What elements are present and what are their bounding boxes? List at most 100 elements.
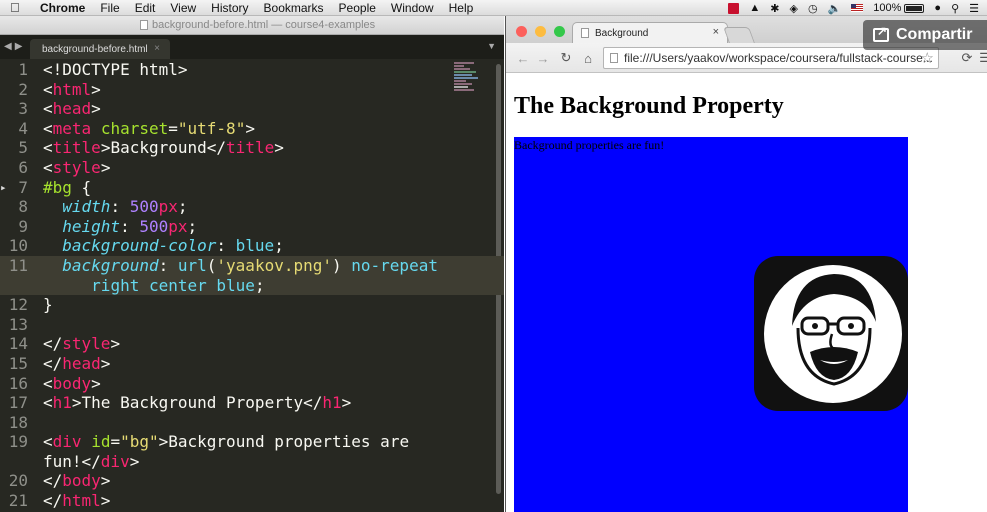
- new-tab-button[interactable]: [723, 27, 755, 43]
- code-token: blue: [235, 236, 275, 256]
- tab-nav-arrows-icon[interactable]: ◀▶: [4, 41, 25, 52]
- apple-menu-icon[interactable]: : [10, 0, 26, 15]
- code-text: <html>: [43, 80, 101, 100]
- back-arrow-icon[interactable]: ←: [514, 49, 532, 67]
- code-token: fun!</: [43, 451, 101, 471]
- editor-tab-bar: ◀▶ background-before.html × ▼: [0, 35, 504, 59]
- code-line[interactable]: 3 <head>: [0, 99, 504, 119]
- code-line[interactable]: 17 <h1>The Background Property</h1>: [0, 393, 504, 413]
- code-line[interactable]: right center blue;: [0, 275, 504, 296]
- tab-dropdown-icon[interactable]: ▼: [487, 41, 496, 51]
- reload-icon[interactable]: ↻: [557, 49, 575, 67]
- code-token: "utf-8": [177, 118, 246, 138]
- code-token: right center blue: [91, 275, 255, 295]
- code-token: 'yaakov.png': [216, 255, 332, 275]
- extension-icon[interactable]: ⟳: [958, 49, 976, 67]
- wifi-icon[interactable]: ◈: [789, 2, 797, 15]
- battery-icon: [904, 3, 925, 13]
- status-area: ▲ ✱ ◈ ◷ 🔈 100% ● ⚲ ☰: [728, 0, 979, 16]
- bluetooth-icon[interactable]: ✱: [770, 2, 779, 15]
- code-line[interactable]: 10 background-color: blue;: [0, 236, 504, 256]
- browser-tab-title: Background: [595, 27, 649, 39]
- code-line[interactable]: 1 <!DOCTYPE html>: [0, 60, 504, 80]
- notification-icon[interactable]: ▲: [749, 2, 760, 14]
- code-line[interactable]: 16 <body>: [0, 374, 504, 394]
- code-line[interactable]: 5 <title>Background</title>: [0, 138, 504, 158]
- close-icon[interactable]: ×: [154, 43, 160, 54]
- line-number: 6: [18, 157, 28, 177]
- code-line[interactable]: 2 <html>: [0, 80, 504, 100]
- menu-help[interactable]: Help: [449, 1, 474, 15]
- code-line[interactable]: 14 </style>: [0, 334, 504, 354]
- code-line[interactable]: 9 height: 500px;: [0, 217, 504, 237]
- menu-file[interactable]: File: [100, 1, 119, 15]
- code-token: title: [52, 138, 101, 158]
- code-token: </: [43, 334, 63, 354]
- code-line[interactable]: 21 </html>: [0, 491, 504, 511]
- minimize-window-button[interactable]: [535, 26, 546, 37]
- code-line[interactable]: fun!</div>: [0, 452, 504, 472]
- code-line[interactable]: 13: [0, 315, 504, 335]
- code-line[interactable]: 15 </head>: [0, 354, 504, 374]
- menu-people[interactable]: People: [339, 1, 376, 15]
- time-machine-icon[interactable]: ◷: [808, 2, 818, 15]
- code-area[interactable]: 1 <!DOCTYPE html> 2 <html> 3 <head> 4 <meta cha…: [0, 60, 504, 512]
- forward-arrow-icon[interactable]: →: [534, 49, 552, 67]
- line-number: 2: [18, 79, 28, 99]
- tab-close-icon[interactable]: ×: [713, 26, 719, 38]
- line-number: 4: [18, 118, 28, 138]
- editor-tab-file[interactable]: background-before.html ×: [30, 39, 170, 59]
- input-source-flag-icon[interactable]: [851, 4, 864, 12]
- browser-tab-background[interactable]: Background ×: [572, 22, 728, 43]
- code-line[interactable]: 6 <style>: [0, 158, 504, 178]
- code-text: fun!</div>: [43, 452, 139, 472]
- code-line[interactable]: 19 <div id="bg">Background properties are: [0, 432, 504, 452]
- code-line[interactable]: 18: [0, 413, 504, 433]
- home-icon[interactable]: ⌂: [579, 49, 597, 67]
- browser-window: Background × Compartir ← → ↻ ⌂ file:///U…: [505, 16, 987, 512]
- recording-icon[interactable]: [728, 2, 740, 14]
- zoom-window-button[interactable]: [554, 26, 565, 37]
- share-label: Compartir: [896, 26, 973, 43]
- code-line[interactable]: ▸ 7 #bg {: [0, 178, 504, 198]
- close-window-button[interactable]: [516, 26, 527, 37]
- editor-window-title: background-before.html — course4-example…: [152, 19, 376, 31]
- menu-view[interactable]: View: [170, 1, 196, 15]
- page-info-icon[interactable]: [610, 53, 618, 63]
- menu-history[interactable]: History: [211, 1, 248, 15]
- menu-window[interactable]: Window: [391, 1, 434, 15]
- bg-div: Background properties are fun!: [514, 137, 908, 512]
- bookmark-star-icon[interactable]: ☆: [921, 49, 934, 67]
- address-bar[interactable]: file:///Users/yaakov/workspace/coursera/…: [603, 47, 939, 69]
- code-line[interactable]: 4 <meta charset="utf-8">: [0, 119, 504, 139]
- code-token: <: [43, 157, 53, 177]
- menu-bookmarks[interactable]: Bookmarks: [264, 1, 324, 15]
- line-number: 13: [8, 314, 28, 334]
- page-viewport: The Background Property Background prope…: [506, 73, 987, 512]
- code-line[interactable]: 12}: [0, 295, 504, 315]
- line-number: 9: [18, 216, 28, 236]
- code-line[interactable]: 8 width: 500px;: [0, 197, 504, 217]
- address-bar-url: file:///Users/yaakov/workspace/coursera/…: [624, 51, 933, 65]
- user-icon[interactable]: ●: [934, 2, 941, 14]
- battery-indicator[interactable]: 100%: [873, 2, 925, 14]
- menu-edit[interactable]: Edit: [135, 1, 156, 15]
- code-token: charset: [100, 118, 169, 138]
- line-number: 19: [8, 432, 28, 452]
- code-token: >: [100, 491, 111, 511]
- code-token: :: [216, 236, 236, 256]
- chrome-menu-icon[interactable]: ☰: [976, 49, 987, 67]
- line-number: 8: [18, 197, 28, 217]
- share-button[interactable]: Compartir: [863, 20, 987, 50]
- notification-center-icon[interactable]: ☰: [969, 2, 979, 15]
- code-token: >: [341, 393, 352, 413]
- volume-icon[interactable]: 🔈: [828, 2, 842, 15]
- spotlight-search-icon[interactable]: ⚲: [951, 2, 959, 15]
- code-text: <body>: [43, 374, 101, 394]
- code-token: >Background properties are: [158, 432, 410, 452]
- code-line[interactable]: 11 background: url('yaakov.png') no-repe…: [0, 255, 504, 276]
- code-line[interactable]: 20 </body>: [0, 471, 504, 491]
- menu-app-chrome[interactable]: Chrome: [40, 1, 85, 15]
